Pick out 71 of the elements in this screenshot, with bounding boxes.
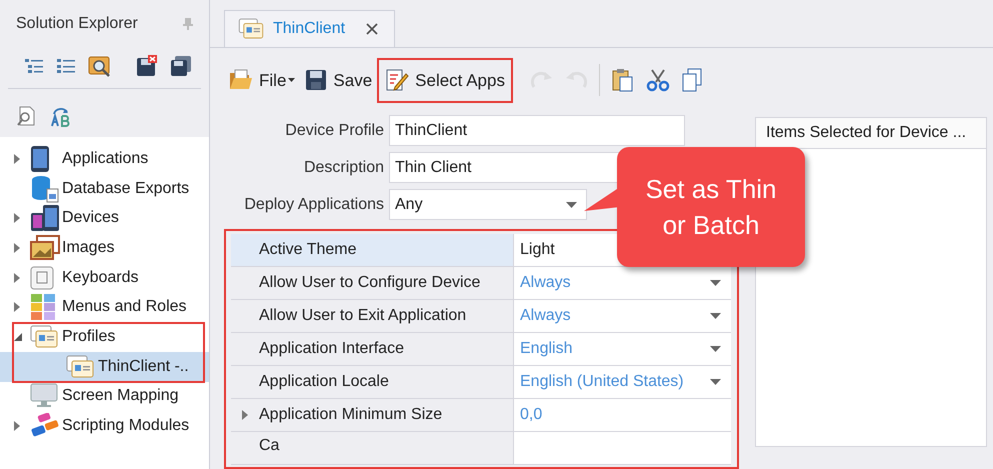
tree-item[interactable]: Applications — [0, 144, 209, 174]
phone-icon — [30, 144, 50, 173]
input-field[interactable]: ThinClient — [389, 115, 685, 146]
toolbar-button[interactable]: Save — [302, 64, 376, 96]
paste-icon[interactable] — [612, 68, 634, 92]
expand-arrow-icon[interactable] — [14, 242, 20, 253]
dropdown-arrow-icon[interactable] — [566, 202, 577, 208]
dropdown-arrow-icon[interactable] — [710, 313, 721, 319]
dropdown-arrow-icon[interactable] — [710, 379, 721, 385]
tree-item[interactable]: Keyboards — [0, 262, 209, 292]
expand-arrow-icon[interactable] — [14, 272, 20, 283]
list-view-icon[interactable] — [56, 57, 76, 75]
dropdown-arrow-icon[interactable] — [710, 280, 721, 286]
database-icon — [30, 174, 60, 203]
property-name: Allow User to Exit Application — [259, 306, 466, 326]
save-all-icon[interactable] — [170, 55, 192, 77]
tree-item[interactable]: ThinClient -.. — [0, 352, 209, 382]
scripts-icon — [30, 413, 60, 440]
keyboard-key-icon — [30, 266, 54, 290]
toolbar-button[interactable]: Select Apps — [377, 58, 513, 104]
property-name: Application Interface — [259, 339, 404, 359]
property-value: Light — [520, 240, 556, 260]
dropdown-arrow-icon[interactable] — [710, 346, 721, 352]
edit-document-icon — [385, 68, 410, 92]
folder-search-icon[interactable] — [88, 54, 112, 78]
devices-icon — [30, 204, 60, 232]
field-label: Deploy Applications — [243, 194, 384, 214]
dropdown-field[interactable]: Any — [389, 189, 587, 220]
profile-card-icon — [30, 324, 58, 349]
tree-item[interactable]: Images — [0, 233, 209, 263]
monitor-icon — [30, 383, 58, 410]
delete-save-icon[interactable] — [136, 55, 158, 77]
property-name: Allow User to Configure Device — [259, 273, 480, 293]
tree-item[interactable]: Screen Mapping — [0, 382, 209, 412]
images-icon — [30, 234, 60, 261]
copy-icon[interactable] — [682, 68, 702, 92]
field-label: Description — [302, 158, 384, 178]
scissors-icon[interactable] — [646, 68, 670, 92]
collapse-arrow-icon[interactable] — [14, 332, 22, 341]
property-name: Application Locale — [259, 372, 389, 392]
expand-arrow-icon[interactable] — [14, 302, 20, 312]
column-header: Items Selected for Device ... — [756, 118, 986, 149]
property-value: English — [520, 339, 574, 359]
toolbar-button[interactable]: File — [226, 64, 298, 96]
tree-view-icon[interactable] — [24, 57, 44, 75]
tree-item[interactable]: Scripting Modules — [0, 411, 209, 441]
expand-arrow-icon[interactable] — [14, 213, 20, 224]
tree-item[interactable]: Profiles — [0, 322, 209, 352]
property-name: Active Theme — [259, 240, 357, 260]
expand-arrow-icon[interactable] — [14, 421, 20, 432]
property-value: 0,0 — [520, 405, 544, 425]
document-tab[interactable]: ThinClient — [224, 10, 395, 47]
folder-icon — [229, 69, 253, 92]
expand-arrow-icon[interactable] — [242, 410, 248, 420]
close-icon[interactable] — [366, 22, 378, 35]
tree-item[interactable]: Devices — [0, 203, 209, 234]
property-name: Application Minimum Size — [259, 405, 442, 425]
profile-card-icon — [66, 354, 94, 379]
panel-title: Solution Explorer — [16, 14, 138, 34]
profile-card-icon — [238, 18, 264, 40]
rename-icon[interactable] — [50, 105, 72, 127]
tree-item[interactable]: Menus and Roles — [0, 292, 209, 322]
save-icon — [305, 69, 328, 92]
tree-item[interactable]: Database Exports — [0, 174, 209, 204]
property-name: Ca — [259, 436, 280, 456]
property-value: Always — [520, 306, 572, 326]
color-grid-icon — [30, 293, 56, 322]
expand-arrow-icon[interactable] — [14, 154, 20, 164]
property-value: Always — [520, 273, 572, 293]
field-label: Device Profile — [284, 120, 384, 140]
property-value: English (United States) — [520, 372, 685, 392]
